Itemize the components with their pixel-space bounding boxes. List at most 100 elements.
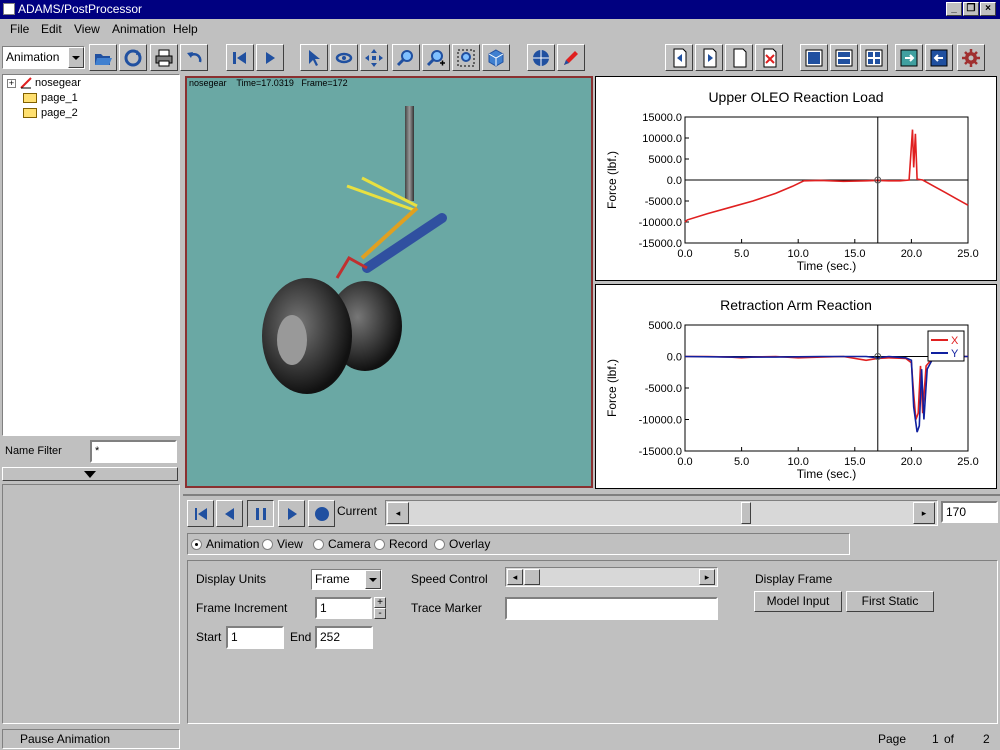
end-label: End <box>290 630 312 644</box>
window-title: ADAMS/PostProcessor <box>18 2 143 16</box>
tree-item-root[interactable]: + nosegear <box>7 77 81 89</box>
print-button[interactable] <box>150 44 178 71</box>
reload-icon <box>124 49 142 66</box>
increment-up-button[interactable]: + <box>374 597 386 608</box>
skip-back-icon <box>233 51 246 64</box>
speed-control-slider[interactable]: ◂ ▸ <box>505 567 718 587</box>
speed-right-button[interactable]: ▸ <box>699 569 715 585</box>
x-axis-label: Time (sec.) <box>797 259 857 273</box>
frame-increment-input[interactable]: 1 <box>315 597 372 619</box>
translate-button[interactable] <box>360 44 388 71</box>
render-button[interactable] <box>527 44 555 71</box>
page-previous-icon <box>673 48 687 67</box>
skip-start-button[interactable] <box>187 500 214 527</box>
view-cube-button[interactable] <box>482 44 510 71</box>
radio-animation[interactable]: Animation <box>191 537 259 551</box>
select-button[interactable] <box>300 44 328 71</box>
export-button[interactable] <box>895 44 923 71</box>
tree-item-page-1[interactable]: page_1 <box>23 92 78 104</box>
wheel-hub <box>277 315 307 365</box>
slider-thumb[interactable] <box>741 502 751 524</box>
reload-button[interactable] <box>119 44 147 71</box>
radio-record[interactable]: Record <box>374 537 428 551</box>
radio-dot <box>374 538 385 550</box>
play-reverse-button[interactable] <box>216 500 243 527</box>
zoom-in-button[interactable] <box>422 44 450 71</box>
page-forward-button[interactable] <box>695 44 723 71</box>
tree-item-page-2[interactable]: page_2 <box>23 107 78 119</box>
zoom-button[interactable] <box>392 44 420 71</box>
menu-view[interactable]: View <box>74 22 100 36</box>
restore-button[interactable]: ❐ <box>963 2 979 16</box>
zoom-box-button[interactable] <box>452 44 480 71</box>
mode-combo-value: Animation <box>6 50 60 64</box>
layout-4-button[interactable] <box>860 44 888 71</box>
rewind-button[interactable] <box>226 44 254 71</box>
display-frame-label: Display Frame <box>755 572 833 586</box>
start-label: Start <box>196 630 222 644</box>
slider-right-button[interactable]: ▸ <box>913 502 935 524</box>
slider-left-button[interactable]: ◂ <box>387 502 409 524</box>
x-tick-label: 20.0 <box>901 456 922 468</box>
expand-icon[interactable]: + <box>7 78 16 88</box>
radio-dot <box>262 538 273 550</box>
open-button[interactable] <box>89 44 117 71</box>
menu-bar: File Edit View Animation Help <box>0 19 1000 40</box>
speed-thumb[interactable] <box>524 569 540 585</box>
minimize-button[interactable]: _ <box>946 2 962 16</box>
pause-button[interactable] <box>247 500 274 527</box>
menu-help[interactable]: Help <box>173 22 198 36</box>
collapse-button[interactable] <box>2 467 178 481</box>
move-icon <box>365 48 383 67</box>
y-tick-label: -5000.0 <box>645 196 682 208</box>
layout-2-button[interactable] <box>830 44 858 71</box>
increment-down-button[interactable]: - <box>374 608 386 619</box>
radio-label: Record <box>389 537 428 551</box>
page-back-button[interactable] <box>665 44 693 71</box>
name-filter-input[interactable]: * <box>90 440 177 463</box>
frame-value-input[interactable]: 170 <box>941 501 998 523</box>
menu-file[interactable]: File <box>10 22 29 36</box>
play-forward-button[interactable] <box>278 500 305 527</box>
delete-page-button[interactable] <box>755 44 783 71</box>
import-button[interactable] <box>925 44 953 71</box>
first-static-button[interactable]: First Static <box>846 591 934 612</box>
mode-combo[interactable]: Animation <box>2 46 85 69</box>
layout-split-icon <box>835 49 853 66</box>
radio-view[interactable]: View <box>262 537 303 551</box>
start-input[interactable]: 1 <box>226 626 284 649</box>
end-input[interactable]: 252 <box>315 626 373 649</box>
chevron-down-icon[interactable] <box>68 47 84 68</box>
rotate-button[interactable] <box>330 44 358 71</box>
record-button[interactable] <box>308 500 335 527</box>
plot-upper-oleo[interactable]: Upper OLEO Reaction Load 15000.0 10000.0 5… <box>595 76 997 281</box>
y-tick-label: -15000.0 <box>639 446 682 458</box>
frame-slider[interactable]: ◂ ▸ <box>385 500 938 526</box>
x-axis-label: Time (sec.) <box>797 467 857 481</box>
display-units-select[interactable]: Frame <box>311 569 382 590</box>
trace-marker-input[interactable] <box>505 597 718 620</box>
triangle-down-icon <box>84 471 96 478</box>
radio-label: Camera <box>328 537 371 551</box>
model-input-button[interactable]: Model Input <box>754 591 842 612</box>
menu-animation[interactable]: Animation <box>112 22 165 36</box>
close-button[interactable]: × <box>980 2 996 16</box>
cube-icon <box>488 48 504 67</box>
undo-button[interactable] <box>180 44 208 71</box>
new-page-button[interactable] <box>725 44 753 71</box>
y-tick-label: 0.0 <box>667 175 682 187</box>
pause-icon <box>255 507 266 520</box>
speed-left-button[interactable]: ◂ <box>507 569 523 585</box>
chevron-down-icon[interactable] <box>365 570 381 589</box>
radio-camera[interactable]: Camera <box>313 537 371 551</box>
x-tick-label: 25.0 <box>957 456 978 468</box>
radio-overlay[interactable]: Overlay <box>434 537 490 551</box>
menu-edit[interactable]: Edit <box>41 22 62 36</box>
play-toolbar-button[interactable] <box>256 44 284 71</box>
plot-retraction-arm[interactable]: Retraction Arm Reaction 5000.0 0.0 -5000.0… <box>595 284 997 489</box>
animation-viewport[interactable]: nosegear Time=17.0319 Frame=172 <box>185 76 593 488</box>
trace-button[interactable] <box>557 44 585 71</box>
settings-button[interactable] <box>957 44 985 71</box>
radio-dot <box>191 538 202 550</box>
layout-1-button[interactable] <box>800 44 828 71</box>
